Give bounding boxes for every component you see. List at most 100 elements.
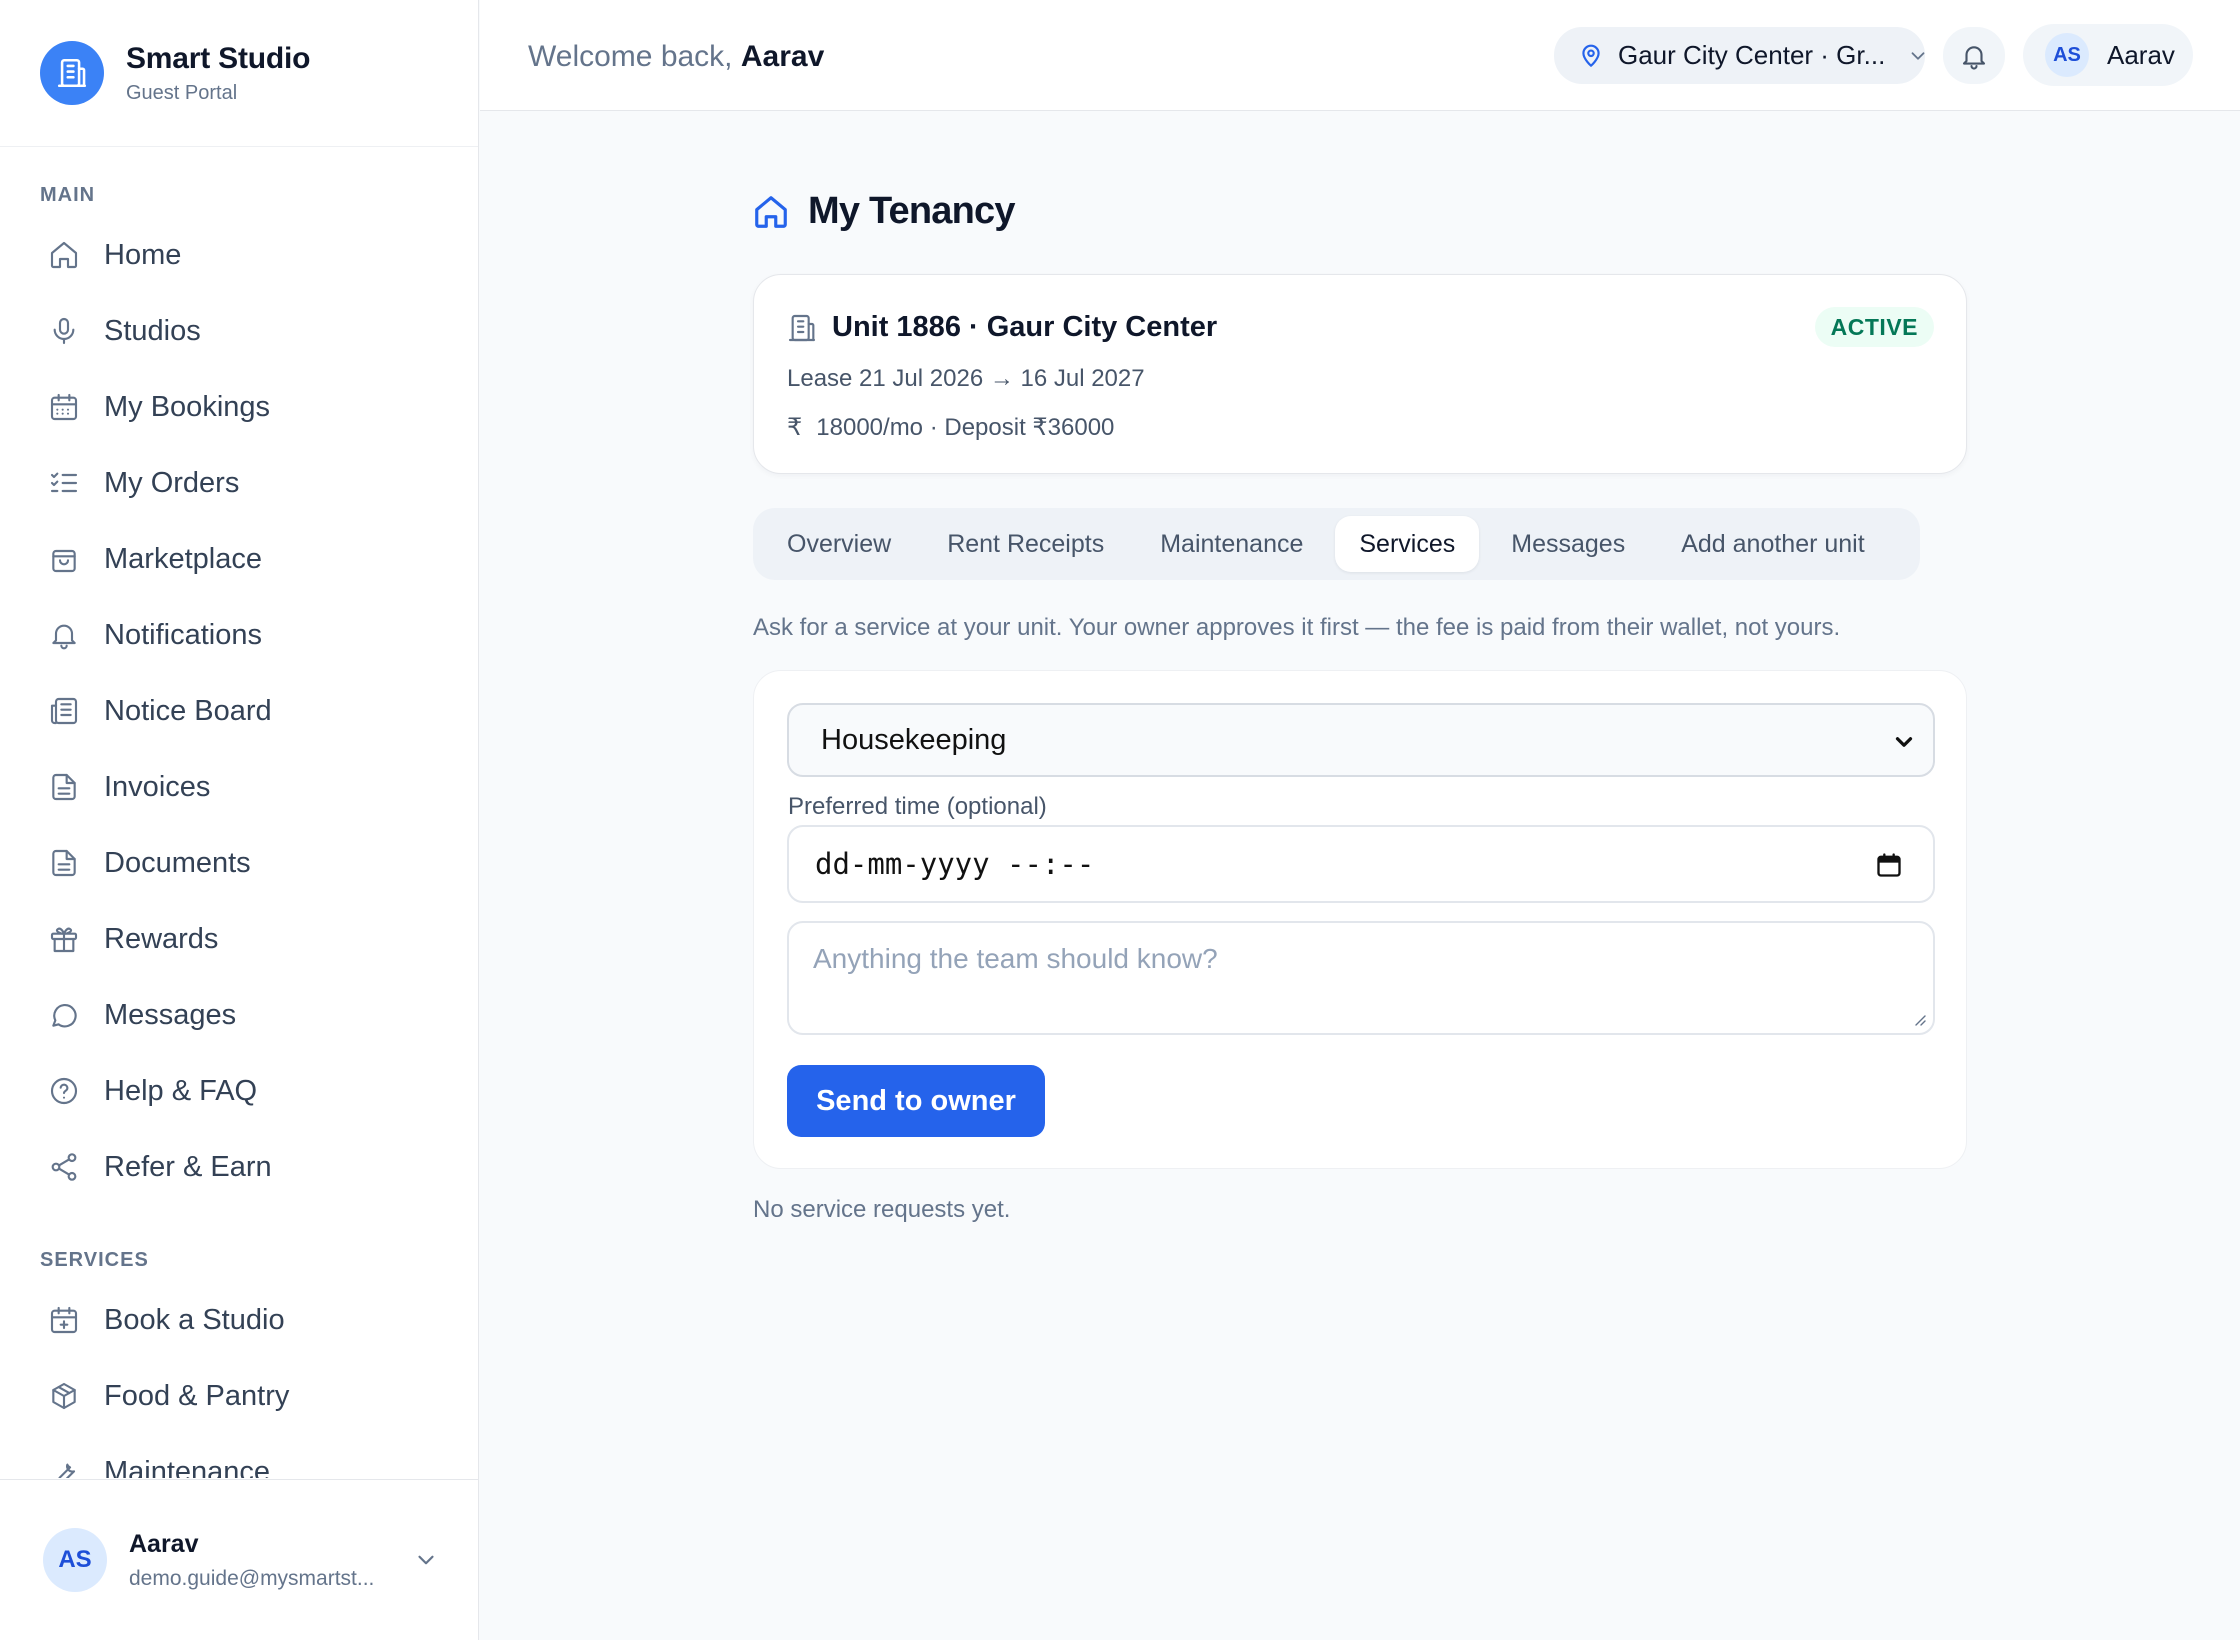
- building-icon: [786, 312, 818, 344]
- sidebar-item-refer-earn[interactable]: Refer & Earn: [0, 1129, 478, 1205]
- sidebar-item-label: My Orders: [104, 466, 240, 499]
- sidebar-item-label: My Bookings: [104, 390, 271, 423]
- sidebar: Smart Studio Guest Portal MAIN Home Stud…: [0, 0, 479, 1640]
- sidebar-item-rewards[interactable]: Rewards: [0, 901, 478, 977]
- tenancy-tabs: Overview Rent Receipts Maintenance Servi…: [753, 508, 1920, 580]
- sidebar-item-label: Documents: [104, 846, 251, 879]
- sidebar-item-marketplace[interactable]: Marketplace: [0, 521, 478, 597]
- location-selector[interactable]: Gaur City Center · Gr...: [1554, 27, 1925, 84]
- tab-add-another-unit[interactable]: Add another unit: [1657, 516, 1888, 572]
- chat-icon: [48, 999, 80, 1031]
- avatar: AS: [43, 1528, 107, 1592]
- service-request-form: Housekeeping Preferred time (optional) d…: [753, 670, 1967, 1169]
- sidebar-item-food-pantry[interactable]: Food & Pantry: [0, 1358, 478, 1434]
- sidebar-item-label: Maintenance: [104, 1455, 271, 1479]
- brand-subtitle: Guest Portal: [126, 81, 238, 104]
- sidebar-item-my-orders[interactable]: My Orders: [0, 445, 478, 521]
- preferred-time-label: Preferred time (optional): [788, 793, 1047, 820]
- preferred-time-input[interactable]: dd-mm-yyyy --:--: [787, 825, 1935, 903]
- sidebar-item-label: Notice Board: [104, 694, 272, 727]
- wrench-icon: [48, 1456, 80, 1478]
- notes-textarea[interactable]: Anything the team should know?: [787, 921, 1935, 1035]
- sidebar-item-label: Messages: [104, 998, 237, 1031]
- empty-state-text: No service requests yet.: [753, 1196, 1011, 1223]
- chevron-down-icon: [413, 1547, 439, 1573]
- sidebar-item-messages[interactable]: Messages: [0, 977, 478, 1053]
- status-badge: ACTIVE: [1814, 307, 1934, 347]
- rupee-icon: ₹: [787, 414, 803, 441]
- unit-title-text: Unit 1886 · Gaur City Center: [832, 311, 1218, 343]
- nav-section-main: MAIN: [40, 184, 96, 206]
- package-icon: [48, 1380, 80, 1412]
- calendar-plus-icon: [48, 1304, 80, 1336]
- sidebar-item-notifications[interactable]: Notifications: [0, 597, 478, 673]
- page-title-text: My Tenancy: [808, 190, 1016, 232]
- welcome-prefix: Welcome back,: [528, 40, 733, 73]
- brand-name: Smart Studio: [126, 41, 311, 75]
- account-email: demo.guide@mysmartst...: [129, 1566, 375, 1590]
- nav-section-services: SERVICES: [40, 1249, 149, 1271]
- sidebar-item-maintenance[interactable]: Maintenance: [0, 1434, 478, 1478]
- sidebar-item-label: Invoices: [104, 770, 211, 803]
- unit-title: Unit 1886 · Gaur City Center: [786, 311, 1217, 344]
- service-type-value: Housekeeping: [821, 723, 1007, 756]
- share-icon: [48, 1151, 80, 1183]
- sidebar-item-notice-board[interactable]: Notice Board: [0, 673, 478, 749]
- sidebar-item-label: Notifications: [104, 618, 262, 651]
- bell-icon: [1959, 41, 1989, 71]
- notifications-button[interactable]: [1943, 27, 2005, 84]
- sidebar-item-label: Help & FAQ: [104, 1074, 258, 1107]
- avatar: AS: [2045, 33, 2089, 77]
- notes-placeholder: Anything the team should know?: [813, 943, 1218, 974]
- page-title: My Tenancy: [752, 190, 1016, 233]
- calendar-icon[interactable]: [1875, 851, 1903, 879]
- account-menu[interactable]: AS Aarav demo.guide@mysmartst...: [0, 1479, 478, 1640]
- tab-messages[interactable]: Messages: [1487, 516, 1649, 572]
- lease-dates: Lease 21 Jul 2026 → 16 Jul 2027: [787, 365, 1145, 392]
- chevron-down-icon: [1891, 729, 1917, 755]
- sidebar-item-my-bookings[interactable]: My Bookings: [0, 369, 478, 445]
- send-to-owner-button[interactable]: Send to owner: [787, 1065, 1045, 1137]
- sidebar-item-help[interactable]: Help & FAQ: [0, 1053, 478, 1129]
- preferred-time-value: dd-mm-yyyy --:--: [815, 847, 1095, 881]
- sidebar-item-label: Home: [104, 238, 182, 271]
- sidebar-item-studios[interactable]: Studios: [0, 293, 478, 369]
- user-name: Aarav: [2107, 39, 2175, 70]
- sidebar-item-invoices[interactable]: Invoices: [0, 749, 478, 825]
- tab-rent-receipts[interactable]: Rent Receipts: [923, 516, 1128, 572]
- microphone-icon: [48, 315, 80, 347]
- building-icon: [40, 41, 104, 105]
- sidebar-item-label: Food & Pantry: [104, 1379, 290, 1412]
- sidebar-item-label: Rewards: [104, 922, 219, 955]
- service-type-select[interactable]: Housekeeping: [787, 703, 1935, 777]
- chevron-down-icon: [1907, 45, 1929, 67]
- gift-icon: [48, 923, 80, 955]
- sidebar-item-book-studio[interactable]: Book a Studio: [0, 1282, 478, 1358]
- sidebar-item-label: Studios: [104, 314, 201, 347]
- rent-text: 18000/mo · Deposit ₹36000: [816, 414, 1115, 441]
- file-icon: [48, 847, 80, 879]
- tab-services[interactable]: Services: [1335, 516, 1480, 572]
- user-menu-button[interactable]: AS Aarav: [2023, 24, 2193, 86]
- home-icon: [752, 193, 790, 231]
- welcome-name: Aarav: [740, 40, 825, 73]
- tab-maintenance[interactable]: Maintenance: [1136, 516, 1327, 572]
- map-pin-icon: [1578, 43, 1604, 69]
- unit-card: Unit 1886 · Gaur City Center ACTIVE Leas…: [753, 274, 1967, 474]
- brand: Smart Studio Guest Portal: [0, 0, 478, 147]
- sidebar-item-label: Refer & Earn: [104, 1150, 272, 1183]
- bell-icon: [48, 619, 80, 651]
- rent-details: ₹ 18000/mo · Deposit ₹36000: [787, 413, 1114, 442]
- resize-handle-icon[interactable]: [1911, 1011, 1927, 1027]
- sidebar-item-documents[interactable]: Documents: [0, 825, 478, 901]
- sidebar-item-label: Marketplace: [104, 542, 262, 575]
- list-check-icon: [48, 467, 80, 499]
- tab-overview[interactable]: Overview: [763, 516, 915, 572]
- sidebar-item-label: Book a Studio: [104, 1303, 285, 1336]
- sidebar-item-home[interactable]: Home: [0, 217, 478, 293]
- services-helper-text: Ask for a service at your unit. Your own…: [753, 614, 1841, 641]
- file-icon: [48, 771, 80, 803]
- home-icon: [48, 239, 80, 271]
- help-circle-icon: [48, 1075, 80, 1107]
- sidebar-nav: MAIN Home Studios My Bookings My Orders …: [0, 148, 478, 1478]
